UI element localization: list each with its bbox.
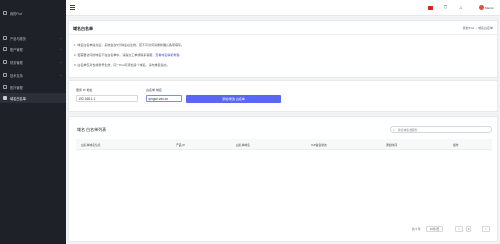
sidebar-item-label: 我的Pod — [10, 11, 23, 16]
user-name[interactable]: Marvin — [485, 6, 494, 10]
avatar[interactable] — [479, 5, 484, 10]
page-title: 域名白名单 — [73, 26, 93, 31]
column-header: 添加时间 — [386, 143, 398, 147]
sidebar-item-label: 拓扑管理 — [10, 85, 23, 90]
column-header: 产品 IP — [176, 143, 186, 147]
divider — [69, 34, 497, 35]
sidebar-item-label: 域名白名单 — [10, 96, 26, 101]
hamburger-icon[interactable] — [70, 5, 75, 10]
sidebar-item-topology[interactable]: 拓扑管理 — [0, 82, 66, 92]
page-size-select[interactable]: 10条/页 — [426, 226, 443, 232]
sidebar-item-label: 产品与服务 — [10, 36, 26, 41]
chevron-down-icon: ⌄ — [59, 36, 62, 40]
box-icon — [3, 36, 7, 40]
sidebar-item-account[interactable]: 账户管理 ⌄ — [0, 44, 66, 54]
sidebar-item-label: 技术支持 — [10, 73, 23, 78]
domain-label: 白名单 域名 — [146, 88, 162, 92]
intro-card: 域名白名单 我的Pod / 域名白名单 1. 域名白名单提交后，系统会在5分钟左右生… — [68, 20, 498, 78]
cart-icon[interactable]: ⛉ — [443, 5, 448, 10]
flag-icon[interactable] — [428, 6, 433, 10]
search-input[interactable]: ⌕ 搜索域名或服务 — [390, 126, 492, 133]
chevron-down-icon: ⌄ — [59, 60, 62, 64]
pagination-total: 共 0 条 — [412, 227, 421, 231]
sidebar-item-my-pod[interactable]: 我的Pod — [0, 8, 66, 18]
note-2: 2. 若需要访问的域名不在白名单中，请提交工单或联系客服，查看域名解析教程 — [74, 53, 179, 57]
submit-button[interactable]: 添加/修改 白名单 — [186, 95, 281, 103]
page-number[interactable]: 1 — [466, 226, 471, 232]
sidebar-item-finance[interactable]: 财务管理 ⌄ — [0, 57, 66, 67]
breadcrumb: 我的Pod / 域名白名单 — [463, 26, 493, 30]
bell-icon[interactable]: ♫ — [458, 5, 463, 10]
domain-input[interactable]: qingse.vdu.cn — [146, 95, 182, 102]
network-icon — [3, 85, 7, 89]
sidebar-item-whitelist[interactable]: 域名白名单 — [0, 93, 66, 103]
column-header: 白名单域名 — [236, 143, 250, 147]
note-3: 3. 白名单仅对当前账号生效，同一Pod可添加多个域名，请勿重复提交。 — [74, 63, 170, 67]
breadcrumb-separator: / — [475, 26, 477, 30]
list-title: 域名 白名单列表 — [77, 127, 107, 132]
note-2-link[interactable]: 查看域名解析教程 — [155, 53, 179, 57]
note-2-text: 2. 若需要访问的域名不在白名单中，请提交工单或联系客服， — [74, 53, 156, 57]
breadcrumb-home[interactable]: 我的Pod — [463, 26, 474, 30]
note-1: 1. 域名白名单提交后，系统会在5分钟左右生效，若不可访问请重新确认各项填写。 — [74, 43, 185, 47]
column-header: 操作 — [453, 143, 459, 147]
list-card: 域名 白名单列表 — [68, 116, 498, 242]
sidebar-item-label: 财务管理 — [10, 60, 23, 65]
column-header: ICP备案状态 — [311, 143, 327, 147]
home-icon — [3, 11, 7, 15]
ip-input[interactable]: 192.168.1.1 — [76, 95, 138, 102]
list-icon — [3, 96, 7, 100]
ip-label: 服务 IP 地址 — [76, 88, 93, 92]
breadcrumb-current: 域名白名单 — [477, 26, 493, 30]
table-header: 白名单域名信息 产品 IP 白名单域名 ICP备案状态 添加时间 操作 — [76, 139, 492, 150]
column-header: 白名单域名信息 — [81, 143, 101, 147]
chevron-down-icon: ⌄ — [59, 73, 62, 77]
headset-icon — [3, 73, 7, 77]
sidebar: 我的Pod 产品与服务 ⌄ 账户管理 ⌄ 财务管理 ⌄ 技术支持 ⌄ 拓扑管理 … — [0, 0, 66, 244]
chevron-down-icon: ⌄ — [59, 47, 62, 51]
search-icon: ⌕ — [393, 128, 395, 133]
sidebar-item-products[interactable]: 产品与服务 ⌄ — [0, 33, 66, 43]
search-placeholder: 搜索域名或服务 — [398, 128, 418, 132]
next-page-button[interactable]: > — [482, 226, 490, 232]
sidebar-item-support[interactable]: 技术支持 ⌄ — [0, 70, 66, 80]
sidebar-item-label: 账户管理 — [10, 47, 23, 52]
wallet-icon — [3, 60, 7, 64]
top-bar: ⛉ ♫ Marvin — [66, 0, 500, 16]
user-icon — [3, 47, 7, 51]
prev-page-button[interactable]: < — [455, 226, 463, 232]
